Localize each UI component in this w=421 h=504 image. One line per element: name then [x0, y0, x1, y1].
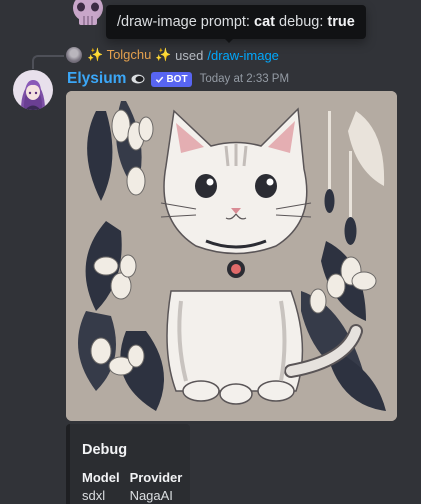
used-text: used — [175, 47, 204, 63]
tooltip-arrow — [224, 38, 234, 43]
bot-tag: BOT — [151, 71, 192, 87]
skull-emoji-icon — [73, 0, 103, 25]
command-reference[interactable]: ✨ Tolgchu ✨ used /draw-image — [66, 46, 279, 64]
message-header: Elysium BOT Today at 2:33 PM — [67, 69, 289, 89]
embed-fields: Model sdxl Provider NagaAI — [82, 470, 182, 503]
field-name: Provider — [129, 470, 183, 485]
tooltip-prefix: /draw-image prompt: — [117, 14, 250, 30]
field-name: Model — [82, 470, 120, 485]
embed-field-provider: Provider NagaAI — [130, 470, 183, 503]
tooltip-prompt-value: cat — [254, 14, 275, 30]
command-tooltip: /draw-image prompt: cat debug: true — [106, 5, 366, 39]
chat-view: /draw-image prompt: cat debug: true ✨ To… — [0, 0, 421, 504]
checkmark-icon — [156, 76, 164, 83]
command-link[interactable]: /draw-image — [207, 48, 279, 63]
tooltip-debug-value: true — [327, 14, 355, 30]
status-icon — [131, 74, 145, 84]
avatar[interactable] — [13, 70, 53, 110]
field-value: sdxl — [82, 488, 106, 503]
field-value: NagaAI — [129, 488, 173, 503]
embed-field-model: Model sdxl — [82, 470, 120, 503]
username[interactable]: Elysium — [67, 70, 126, 88]
command-user-avatar[interactable] — [66, 47, 82, 63]
avatar-image — [13, 70, 53, 110]
reply-spine — [32, 55, 64, 69]
debug-embed: Debug Model sdxl Provider NagaAI — [66, 424, 190, 504]
tooltip-debug-label: debug: — [279, 14, 324, 30]
timestamp[interactable]: Today at 2:33 PM — [200, 73, 290, 85]
bot-tag-label: BOT — [166, 73, 188, 85]
embed-title: Debug — [82, 442, 128, 458]
generated-image[interactable] — [66, 91, 397, 421]
cat-illustration — [66, 91, 397, 421]
command-user-name[interactable]: ✨ Tolgchu ✨ — [87, 47, 171, 63]
